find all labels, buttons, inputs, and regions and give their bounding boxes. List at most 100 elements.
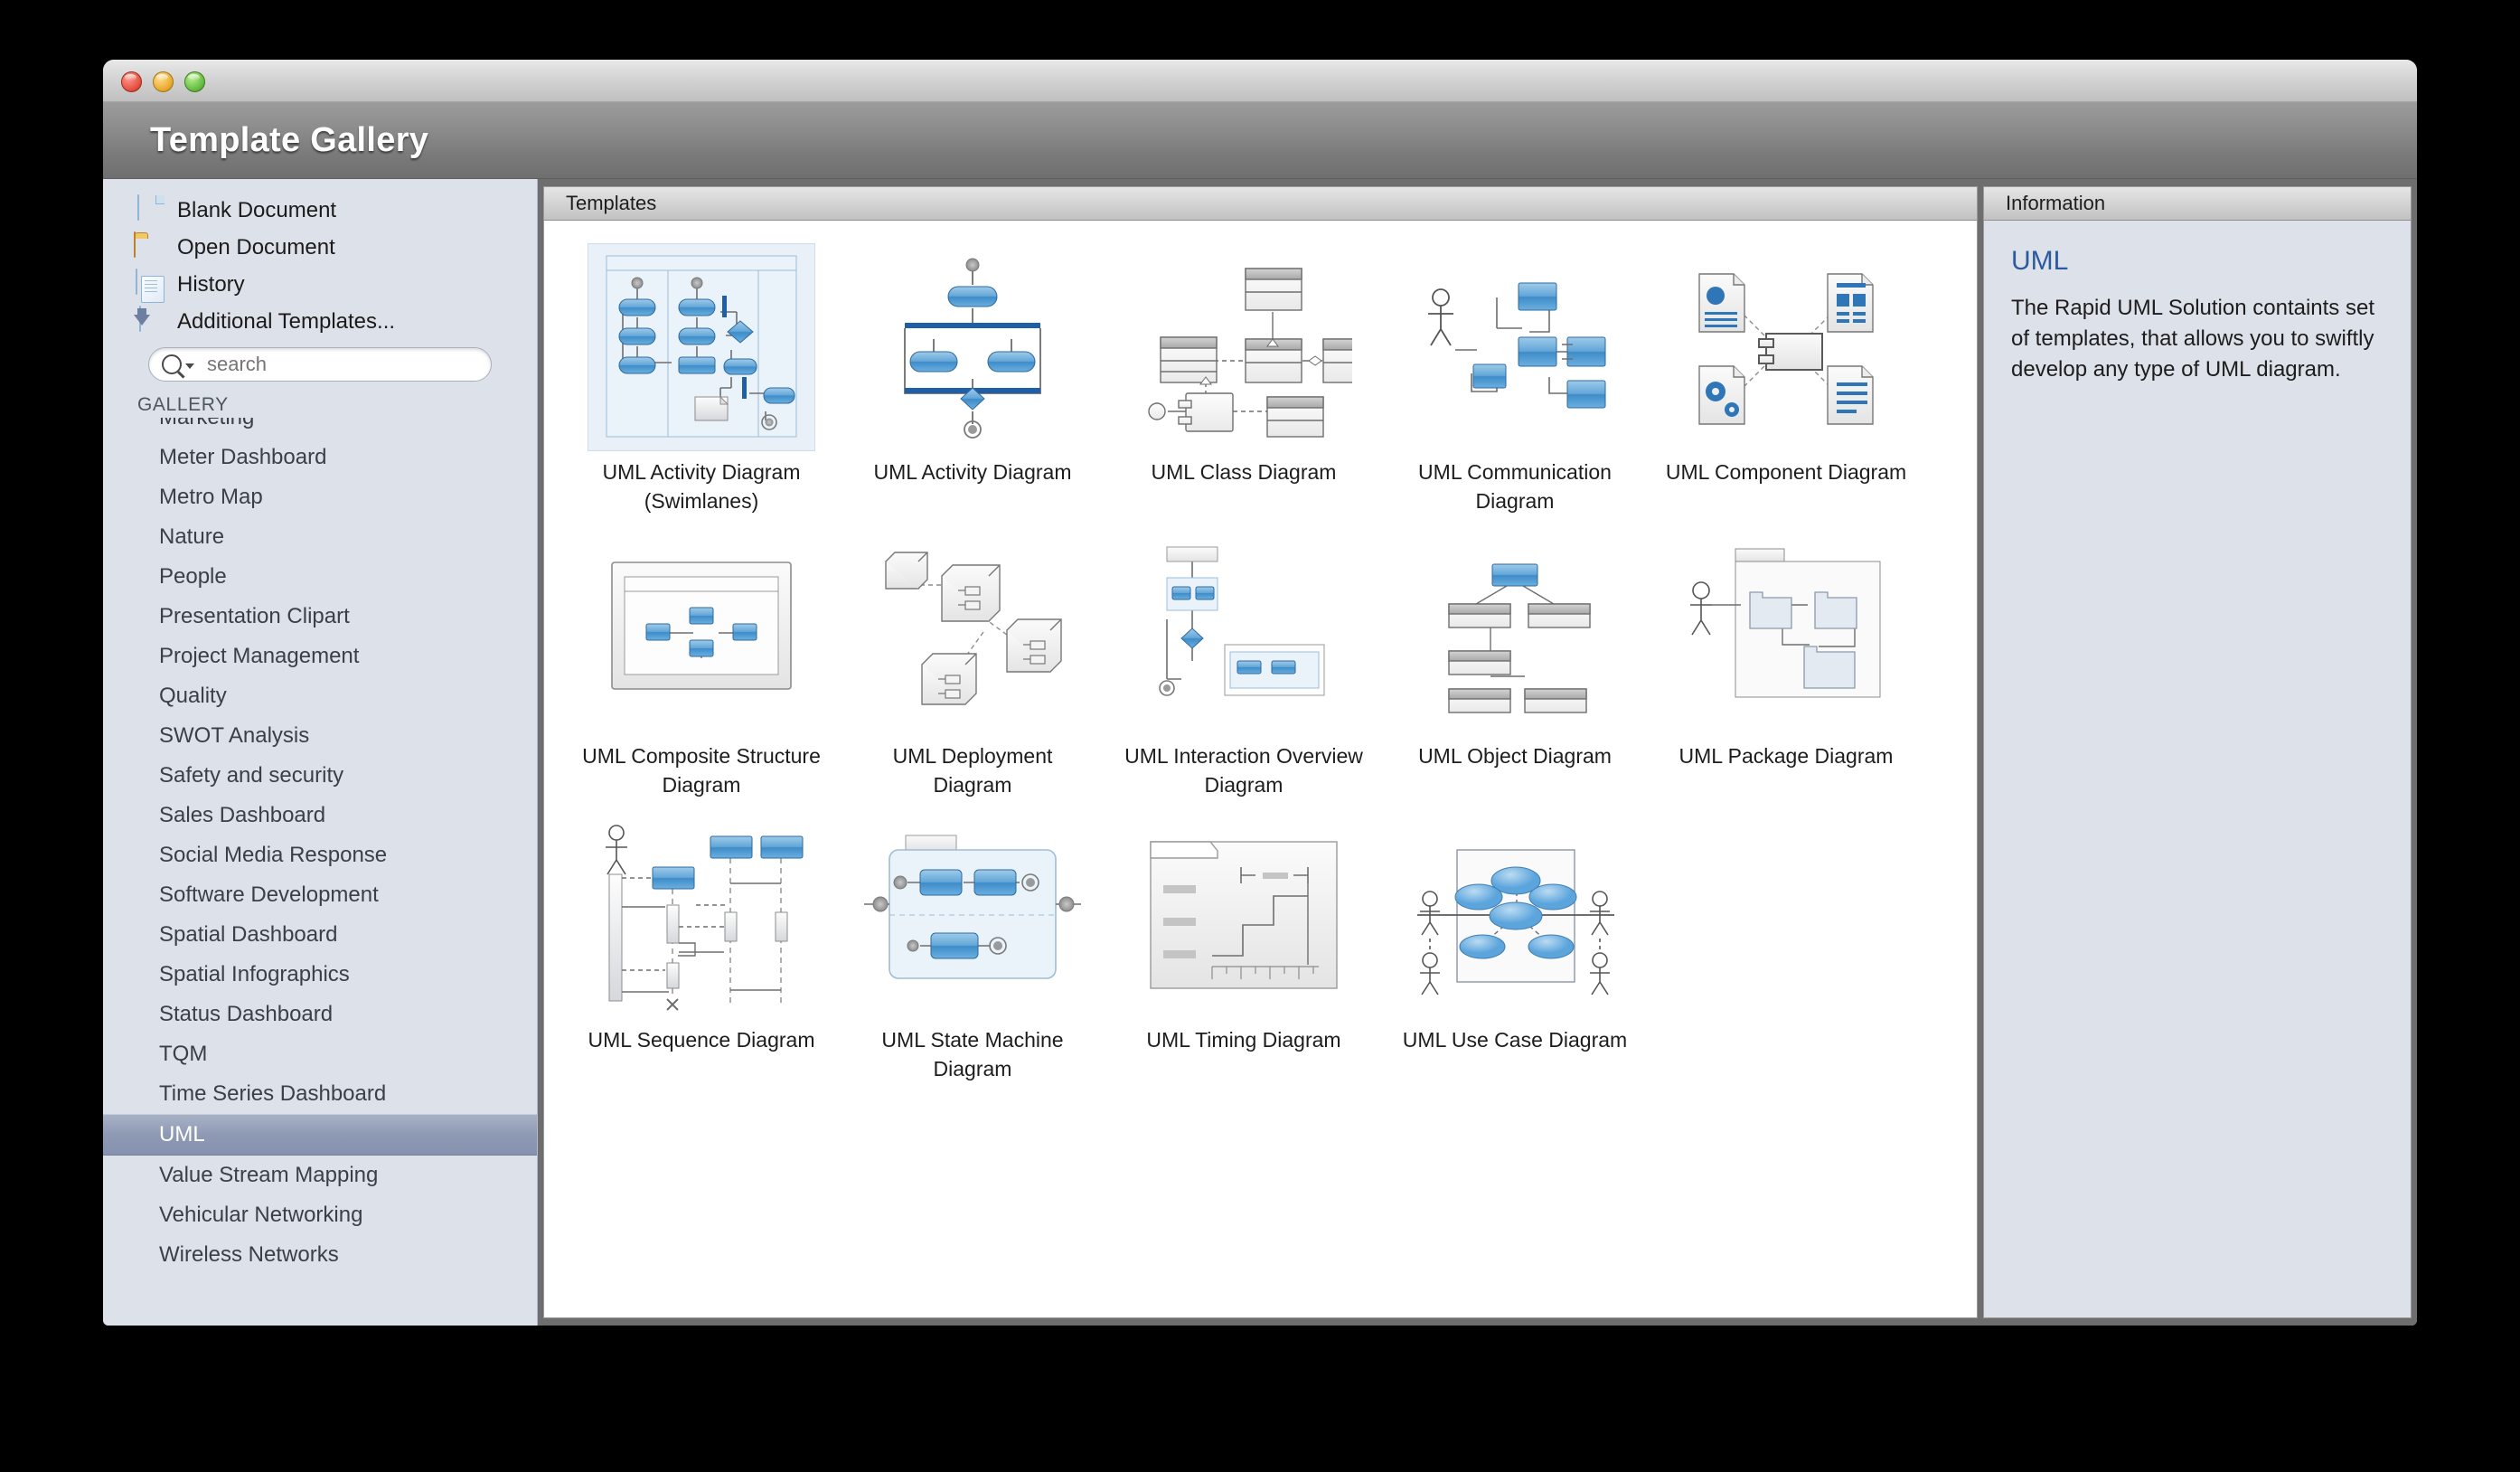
template-label: UML Timing Diagram (1146, 1028, 1341, 1052)
object-thumb[interactable] (1402, 528, 1628, 734)
gallery-list: Marketing Meter Dashboard Metro Map Natu… (103, 418, 537, 1268)
template-label: UML Sequence Diagram (588, 1028, 815, 1052)
search-input[interactable] (205, 352, 462, 377)
use-case-thumb[interactable] (1402, 812, 1628, 1018)
sidebar: Blank Document Open Document History Add… (103, 179, 538, 1326)
sidebar-item-safety-and-security[interactable]: Safety and security (103, 756, 537, 796)
template-card[interactable]: UML Composite Structure Diagram (566, 528, 837, 799)
template-card[interactable]: UML Communication Diagram (1379, 244, 1650, 515)
information-panel-body: UML The Rapid UML Solution containts set… (1983, 221, 2412, 1318)
window-titlebar[interactable] (103, 60, 2417, 102)
template-label: UML Class Diagram (1151, 460, 1337, 484)
class-thumb[interactable] (1131, 244, 1357, 450)
sidebar-shortcut-label: Additional Templates... (177, 308, 396, 334)
template-label: UML Interaction Overview Diagram (1124, 744, 1363, 797)
sidebar-item-wireless-networks[interactable]: Wireless Networks (103, 1235, 537, 1268)
sidebar-item-social-media-response[interactable]: Social Media Response (103, 835, 537, 875)
sidebar-item-presentation-clipart[interactable]: Presentation Clipart (103, 597, 537, 637)
templates-grid: UML Activity Diagram (Swimlanes) UML Act… (544, 221, 1977, 1096)
sidebar-shortcut-label: Blank Document (177, 197, 337, 222)
template-card[interactable]: UML State Machine Diagram (837, 812, 1108, 1083)
information-panel: Information UML The Rapid UML Solution c… (1983, 179, 2417, 1326)
zoom-button[interactable] (184, 71, 205, 92)
state-machine-thumb[interactable] (860, 812, 1086, 1018)
minimize-button[interactable] (153, 71, 174, 92)
history-icon (134, 268, 165, 300)
sidebar-shortcuts: Blank Document Open Document History Add… (103, 179, 537, 340)
template-card[interactable]: UML Sequence Diagram (566, 812, 837, 1083)
sidebar-shortcut-label: History (177, 271, 245, 297)
sidebar-item-vehicular-networking[interactable]: Vehicular Networking (103, 1195, 537, 1235)
document-icon (134, 193, 165, 226)
sidebar-item-software-development[interactable]: Software Development (103, 875, 537, 915)
sidebar-item-quality[interactable]: Quality (103, 676, 537, 716)
close-button[interactable] (121, 71, 142, 92)
template-label: UML Use Case Diagram (1402, 1028, 1628, 1052)
component-thumb[interactable] (1673, 244, 1899, 450)
folder-icon (134, 231, 165, 263)
template-label: UML Composite Structure Diagram (582, 744, 821, 797)
template-label: UML Package Diagram (1678, 744, 1894, 768)
sidebar-item-time-series-dashboard[interactable]: Time Series Dashboard (103, 1074, 537, 1114)
template-label: UML State Machine Diagram (881, 1028, 1064, 1080)
template-card[interactable]: UML Timing Diagram (1108, 812, 1379, 1083)
sidebar-item-uml[interactable]: UML (103, 1114, 537, 1156)
timing-thumb[interactable] (1131, 812, 1357, 1018)
gallery-section-header: GALLERY (137, 394, 229, 415)
sidebar-item-marketing[interactable]: Marketing (103, 418, 537, 438)
sidebar-item-history[interactable]: History (134, 266, 537, 303)
template-label: UML Object Diagram (1418, 744, 1612, 768)
interaction-overview-thumb[interactable] (1131, 528, 1357, 734)
sidebar-item-spatial-dashboard[interactable]: Spatial Dashboard (103, 915, 537, 955)
template-card[interactable]: UML Activity Diagram (Swimlanes) (566, 243, 837, 515)
template-card[interactable]: UML Component Diagram (1650, 244, 1922, 515)
sidebar-item-open-document[interactable]: Open Document (134, 229, 537, 266)
template-card[interactable]: UML Interaction Overview Diagram (1108, 528, 1379, 799)
information-text: The Rapid UML Solution containts set of … (2011, 296, 2374, 382)
sidebar-item-people[interactable]: People (103, 557, 537, 597)
chevron-down-icon[interactable] (185, 363, 194, 369)
sidebar-item-swot-analysis[interactable]: SWOT Analysis (103, 716, 537, 756)
page-title: Template Gallery (150, 120, 429, 159)
template-label: UML Component Diagram (1665, 460, 1907, 484)
sidebar-item-status-dashboard[interactable]: Status Dashboard (103, 995, 537, 1034)
deployment-thumb[interactable] (860, 528, 1086, 734)
template-label: UML Communication Diagram (1418, 460, 1612, 513)
sequence-thumb[interactable] (588, 812, 814, 1018)
templates-panel-body[interactable]: UML Activity Diagram (Swimlanes) UML Act… (543, 221, 1978, 1318)
template-card[interactable]: UML Class Diagram (1108, 244, 1379, 515)
sidebar-item-meter-dashboard[interactable]: Meter Dashboard (103, 438, 537, 477)
template-label: UML Deployment Diagram (892, 744, 1053, 797)
gallery-list-scroll[interactable]: Marketing Meter Dashboard Metro Map Natu… (103, 418, 537, 1268)
information-title: UML (2011, 246, 2069, 276)
download-templates-icon (134, 305, 165, 337)
communication-thumb[interactable] (1402, 244, 1628, 450)
sidebar-item-blank-document[interactable]: Blank Document (134, 192, 537, 229)
app-header: Template Gallery (103, 102, 2417, 179)
template-card[interactable]: UML Deployment Diagram (837, 528, 1108, 799)
information-panel-header: Information (1983, 186, 2412, 221)
template-gallery-window: Template Gallery Blank Document Open Doc… (103, 60, 2417, 1326)
sidebar-item-sales-dashboard[interactable]: Sales Dashboard (103, 796, 537, 835)
composite-structure-thumb[interactable] (588, 528, 814, 734)
sidebar-item-additional-templates[interactable]: Additional Templates... (134, 303, 537, 340)
sidebar-item-nature[interactable]: Nature (103, 517, 537, 557)
template-card[interactable]: UML Use Case Diagram (1379, 812, 1650, 1083)
sidebar-item-metro-map[interactable]: Metro Map (103, 477, 537, 517)
search-container (103, 340, 537, 391)
sidebar-item-tqm[interactable]: TQM (103, 1034, 537, 1074)
template-card[interactable]: UML Activity Diagram (837, 244, 1108, 515)
window-controls (121, 71, 205, 92)
window-body: Blank Document Open Document History Add… (103, 179, 2417, 1326)
sidebar-item-spatial-infographics[interactable]: Spatial Infographics (103, 955, 537, 995)
template-card[interactable]: UML Object Diagram (1379, 528, 1650, 799)
search-field[interactable] (148, 347, 492, 382)
sidebar-item-project-management[interactable]: Project Management (103, 637, 537, 676)
activity-swimlanes-thumb[interactable] (588, 243, 815, 451)
package-thumb[interactable] (1673, 528, 1899, 734)
template-card[interactable]: UML Package Diagram (1650, 528, 1922, 799)
sidebar-item-value-stream-mapping[interactable]: Value Stream Mapping (103, 1156, 537, 1195)
activity-thumb[interactable] (860, 244, 1086, 450)
template-label: UML Activity Diagram (Swimlanes) (602, 460, 801, 513)
template-label: UML Activity Diagram (873, 460, 1072, 484)
